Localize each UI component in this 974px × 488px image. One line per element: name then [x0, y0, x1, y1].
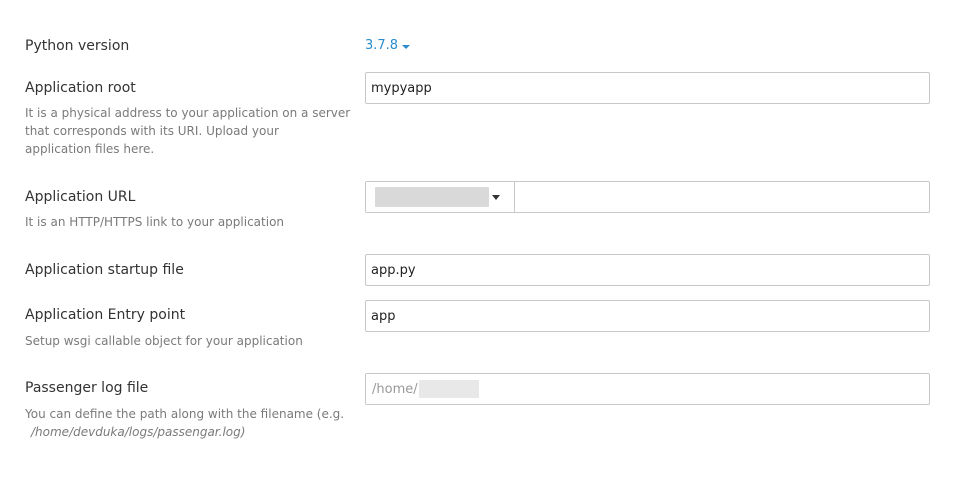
passenger-log-placeholder: /home/ [372, 381, 418, 397]
passenger-log-hint-example: /home/devduka/logs/passengar.log) [31, 425, 246, 439]
app-root-hint-line: It is a physical address to your applica… [25, 106, 351, 120]
startup-file-label: Application startup file [25, 262, 184, 278]
app-root-hint: It is a physical address to your applica… [25, 104, 350, 158]
domain-value-redacted [375, 187, 489, 207]
app-root-label: Application root [25, 80, 136, 96]
app-url-label: Application URL [25, 189, 136, 205]
passenger-log-label: Passenger log file [25, 380, 149, 396]
domain-select[interactable] [366, 182, 515, 212]
python-version-select[interactable]: 3.7.8 [365, 38, 411, 53]
caret-down-icon [492, 195, 500, 200]
caret-down-icon [402, 44, 411, 49]
app-url-path-input[interactable] [515, 182, 929, 212]
entry-point-label: Application Entry point [25, 307, 186, 323]
python-version-label: Python version [25, 38, 130, 54]
app-root-input[interactable] [365, 72, 930, 104]
app-url-group [365, 181, 930, 213]
passenger-log-hint: You can define the path along with the f… [25, 405, 344, 441]
username-redacted [418, 380, 479, 398]
entry-point-hint: Setup wsgi callable object for your appl… [25, 334, 303, 348]
passenger-log-input[interactable]: /home/ [365, 373, 930, 405]
passenger-log-hint-line: You can define the path along with the f… [25, 407, 345, 421]
app-root-hint-line: that corresponds with its URI. Upload yo… [25, 124, 279, 138]
startup-file-input[interactable] [365, 254, 930, 286]
app-url-hint: It is an HTTP/HTTPS link to your applica… [25, 215, 285, 229]
app-root-hint-line: application files here. [25, 142, 155, 156]
python-version-value: 3.7.8 [365, 38, 399, 53]
entry-point-input[interactable] [365, 300, 930, 332]
